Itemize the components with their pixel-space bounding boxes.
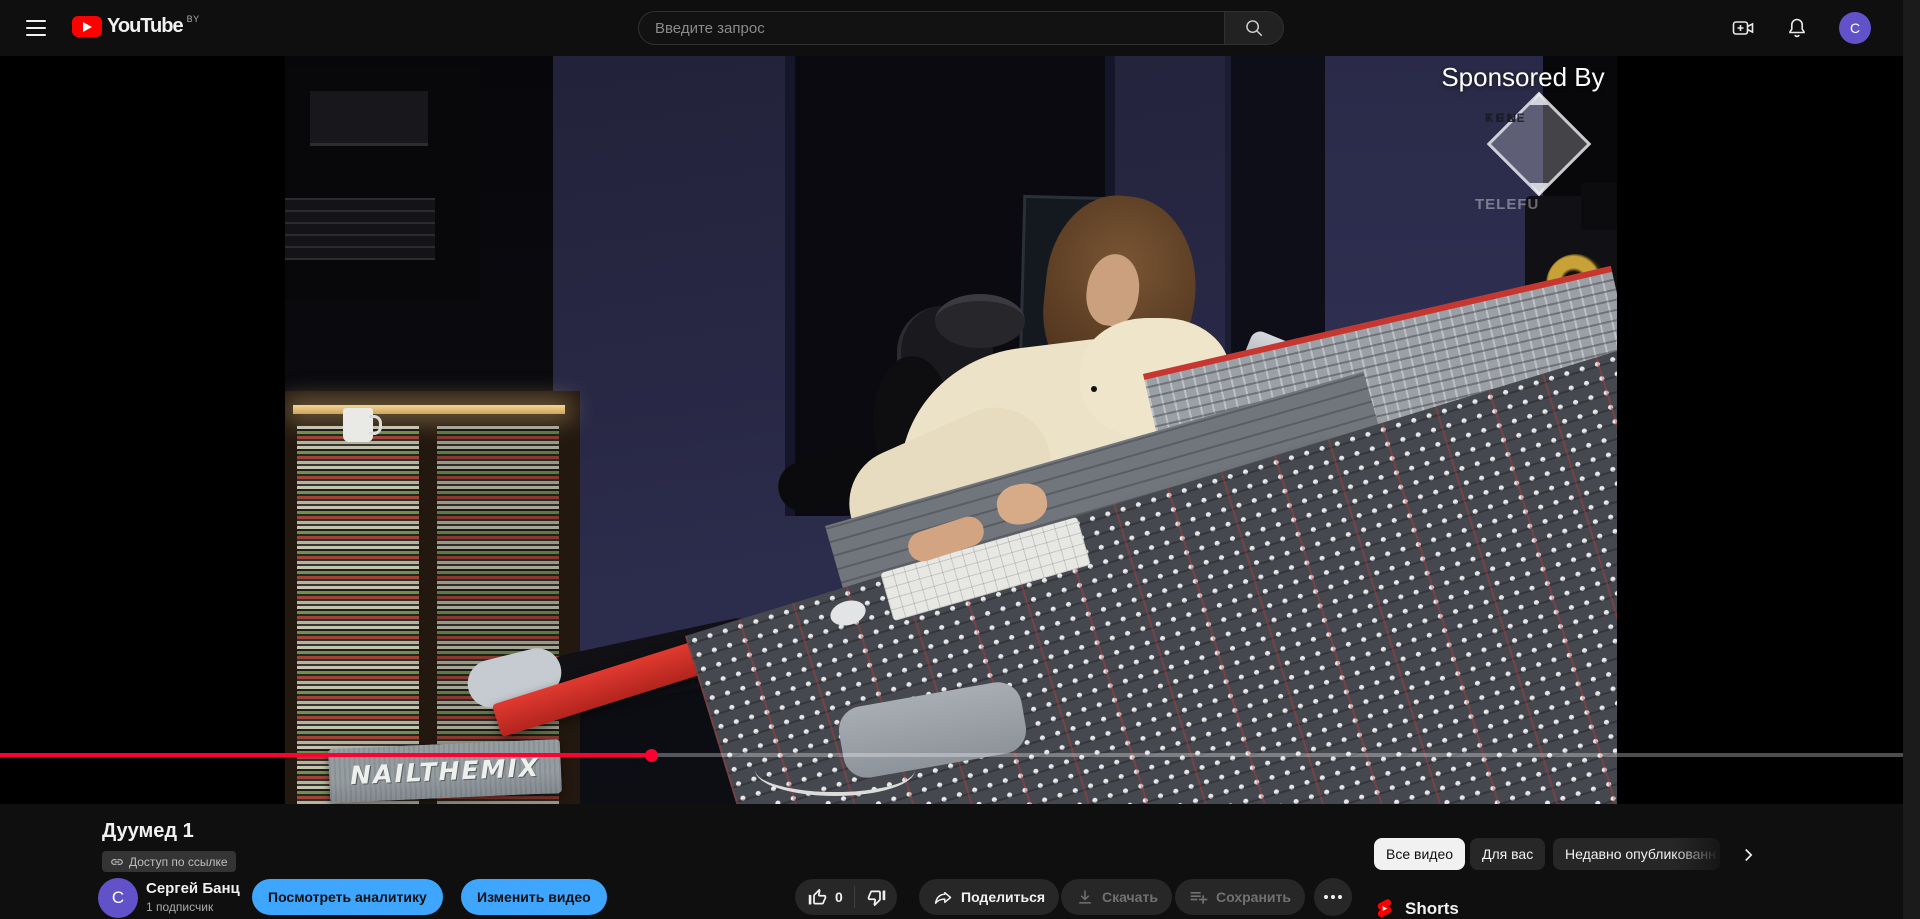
search-button[interactable] [1224,11,1284,45]
lav-mic [1091,386,1097,392]
telefunken-diamond [1486,91,1592,197]
page-scrollbar[interactable] [1903,0,1920,919]
create-video-button[interactable] [1731,16,1755,40]
notifications-button[interactable] [1785,16,1809,40]
subscriber-count: 1 подписчик [146,900,214,914]
download-button[interactable]: Скачать [1061,879,1172,915]
save-button[interactable]: Сохранить [1175,879,1305,915]
bell-icon [1789,18,1805,38]
youtube-watch-page: YouTube BY C [0,0,1920,919]
youtube-logo-text: YouTube [107,15,184,37]
search-icon [1246,20,1263,37]
chip-all-videos[interactable]: Все видео [1374,838,1466,870]
video-player: NAILTHEMIX Sponsored By TELE FUN KEN TEL… [0,56,1903,804]
download-icon [1079,890,1091,904]
visibility-badge: Доступ по ссылке [102,851,236,872]
coffee-mug [343,408,382,442]
edit-video-button[interactable]: Изменить видео [461,879,607,915]
top-bar: YouTube BY C [0,0,1903,56]
video-frame[interactable]: NAILTHEMIX Sponsored By TELE FUN KEN TEL… [285,56,1617,804]
avatar-letter: C [1849,20,1861,36]
sponsored-by-text: Sponsored By [1441,62,1605,92]
create-video-icon [1732,21,1754,35]
progress-bar[interactable] [0,748,1903,762]
audio-gear [310,91,428,146]
more-actions-button[interactable] [1314,878,1352,916]
headphones [935,294,1025,348]
shorts-section-header[interactable]: Shorts [1374,898,1459,919]
chip-for-you[interactable]: Для вас [1470,838,1546,870]
shorts-icon [1377,899,1392,918]
rack-light [293,405,565,414]
hamburger-menu-icon[interactable] [26,20,46,36]
link-icon [111,858,123,865]
search-box [638,11,1224,45]
youtube-logo[interactable]: YouTube BY [72,14,200,37]
channel-avatar[interactable]: C [98,878,138,918]
view-analytics-button[interactable]: Посмотреть аналитику [252,879,443,915]
audio-gear [285,198,435,260]
share-icon [934,891,952,904]
search-input[interactable] [655,19,1224,37]
dislike-icon[interactable] [866,887,887,908]
video-title: Дуумед 1 [102,820,194,842]
progress-scrubber[interactable] [644,748,658,762]
shorts-label: Shorts [1405,898,1459,918]
search-area [638,11,1284,45]
share-button[interactable]: Поделиться [919,879,1060,915]
youtube-play-icon [72,16,102,37]
progress-played [0,753,651,757]
video-meta-section: Дуумед 1 Доступ по ссылке C Сергей Банц … [0,804,1903,919]
telefunken-wall-text: TELEFU [1475,196,1540,213]
account-avatar[interactable]: C [1839,12,1871,44]
player-controls: 20:31 / 1:00:32 HD [0,762,1903,804]
like-dislike-pill: 0 [795,879,897,915]
region-code: BY [186,14,200,24]
chip-recently-uploaded[interactable]: Недавно опубликованн [1553,838,1720,870]
telefunken-logo: TELE FUN KEN [1485,90,1593,198]
chevron-right-icon [1745,848,1753,862]
chips-scroll-right-button[interactable] [1735,842,1761,868]
like-count: 0 [835,889,843,905]
channel-name[interactable]: Сергей Банц [146,880,240,897]
playlist-add-icon [1190,892,1208,904]
like-icon[interactable] [807,887,828,908]
